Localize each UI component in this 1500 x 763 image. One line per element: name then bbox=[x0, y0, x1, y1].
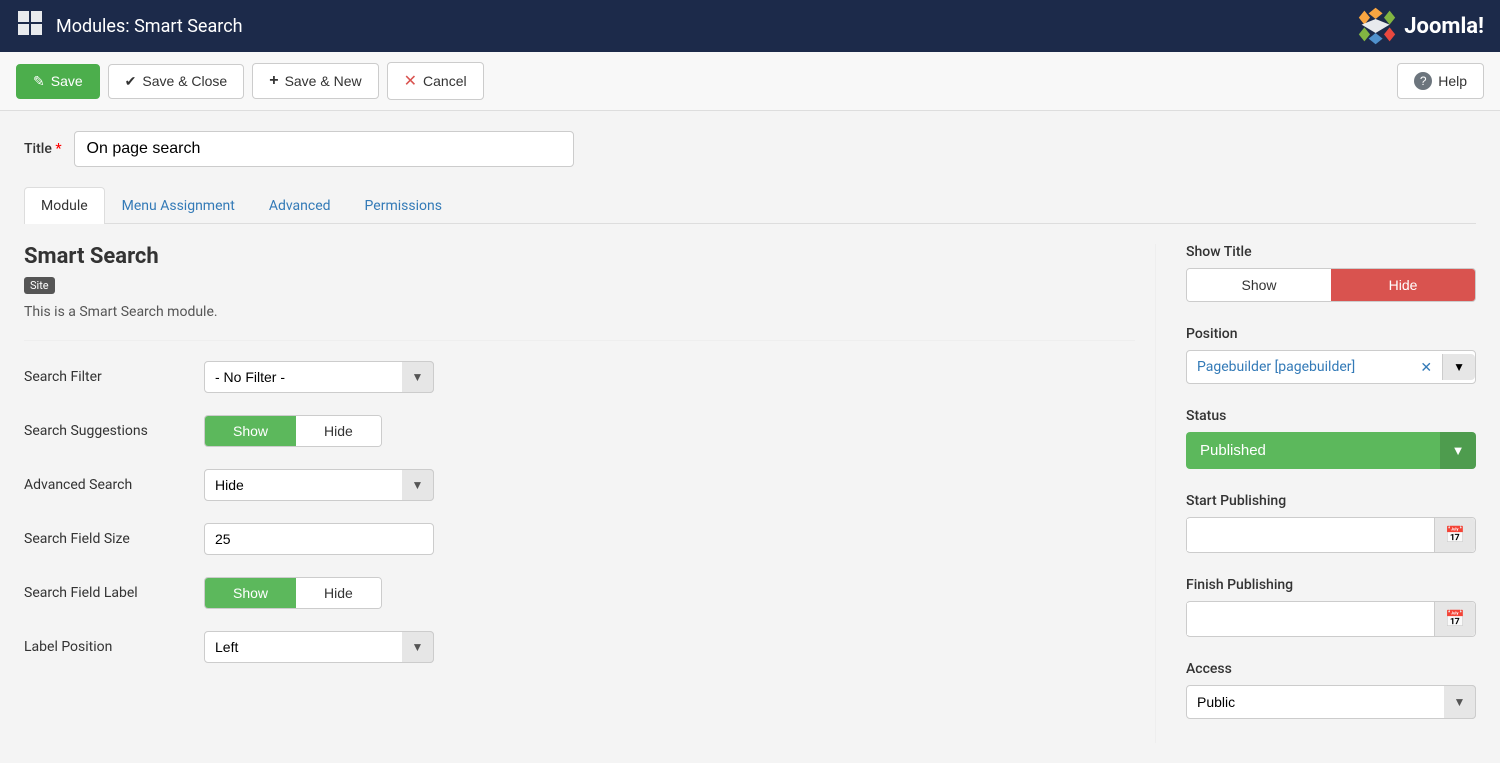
calendar-icon-2: 📅 bbox=[1445, 611, 1465, 628]
required-marker: * bbox=[55, 141, 61, 157]
tab-menu-assignment[interactable]: Menu Assignment bbox=[105, 187, 252, 224]
divider bbox=[24, 340, 1135, 341]
help-button[interactable]: ? Help bbox=[1397, 63, 1484, 99]
save-close-button[interactable]: ✔ Save & Close bbox=[108, 64, 245, 99]
search-suggestions-toggle: Show Hide bbox=[204, 415, 382, 447]
search-suggestions-row: Search Suggestions Show Hide bbox=[24, 415, 1135, 447]
advanced-search-row: Advanced Search Hide ▼ bbox=[24, 469, 1135, 501]
access-label: Access bbox=[1186, 661, 1476, 677]
status-section: Status Published ▼ bbox=[1186, 408, 1476, 469]
right-panel: Show Title Show Hide Position Pagebuilde… bbox=[1156, 244, 1476, 743]
start-publishing-section: Start Publishing 📅 bbox=[1186, 493, 1476, 553]
status-select[interactable]: Published bbox=[1186, 432, 1476, 469]
show-title-label: Show Title bbox=[1186, 244, 1476, 260]
search-filter-control: - No Filter - ▼ bbox=[204, 361, 504, 393]
start-publishing-label: Start Publishing bbox=[1186, 493, 1476, 509]
label-position-row: Label Position Left ▼ bbox=[24, 631, 1135, 663]
start-publishing-field: 📅 bbox=[1186, 517, 1476, 553]
search-field-label-label: Search Field Label bbox=[24, 585, 204, 601]
access-select-wrap: Public ▼ bbox=[1186, 685, 1476, 719]
status-label: Status bbox=[1186, 408, 1476, 424]
search-suggestions-label: Search Suggestions bbox=[24, 423, 204, 439]
search-filter-label: Search Filter bbox=[24, 369, 204, 385]
joomla-logo: Joomla! bbox=[1356, 5, 1484, 47]
finish-publishing-calendar-btn[interactable]: 📅 bbox=[1434, 602, 1475, 636]
search-field-label-hide-btn[interactable]: Hide bbox=[296, 578, 381, 608]
position-label: Position bbox=[1186, 326, 1476, 342]
title-input[interactable] bbox=[74, 131, 574, 167]
label-position-select-wrap: Left ▼ bbox=[204, 631, 434, 663]
access-section: Access Public ▼ bbox=[1186, 661, 1476, 719]
position-section: Position Pagebuilder [pagebuilder] ✕ ▼ bbox=[1186, 326, 1476, 384]
label-position-label: Label Position bbox=[24, 639, 204, 655]
position-dropdown-btn[interactable]: ▼ bbox=[1442, 354, 1475, 380]
tabs: Module Menu Assignment Advanced Permissi… bbox=[24, 187, 1476, 224]
tab-module[interactable]: Module bbox=[24, 187, 105, 224]
search-suggestions-control: Show Hide bbox=[204, 415, 504, 447]
search-field-size-input[interactable] bbox=[204, 523, 434, 555]
save-icon: ✎ bbox=[33, 73, 45, 90]
search-field-label-control: Show Hide bbox=[204, 577, 504, 609]
toolbar: ✎ Save ✔ Save & Close + Save & New ✕ Can… bbox=[0, 52, 1500, 111]
search-filter-select[interactable]: - No Filter - bbox=[204, 361, 434, 393]
position-value: Pagebuilder [pagebuilder] bbox=[1187, 351, 1410, 383]
label-position-control: Left ▼ bbox=[204, 631, 504, 663]
tab-permissions[interactable]: Permissions bbox=[348, 187, 459, 224]
cancel-button[interactable]: ✕ Cancel bbox=[387, 62, 484, 100]
show-title-toggle: Show Hide bbox=[1186, 268, 1476, 302]
advanced-search-control: Hide ▼ bbox=[204, 469, 504, 501]
module-heading: Smart Search bbox=[24, 244, 1135, 269]
show-title-section: Show Title Show Hide bbox=[1186, 244, 1476, 302]
finish-publishing-label: Finish Publishing bbox=[1186, 577, 1476, 593]
search-field-size-row: Search Field Size bbox=[24, 523, 1135, 555]
show-title-show-btn[interactable]: Show bbox=[1187, 269, 1331, 301]
advanced-search-label: Advanced Search bbox=[24, 477, 204, 493]
save-button[interactable]: ✎ Save bbox=[16, 64, 100, 99]
top-bar: Modules: Smart Search Joomla! bbox=[0, 0, 1500, 52]
advanced-search-select-wrap: Hide ▼ bbox=[204, 469, 434, 501]
site-badge: Site bbox=[24, 277, 55, 294]
search-field-size-label: Search Field Size bbox=[24, 531, 204, 547]
content-area: Title * Module Menu Assignment Advanced … bbox=[0, 111, 1500, 763]
plus-icon: + bbox=[269, 72, 278, 90]
question-icon: ? bbox=[1414, 72, 1432, 90]
show-title-hide-btn[interactable]: Hide bbox=[1331, 269, 1475, 301]
finish-publishing-section: Finish Publishing 📅 bbox=[1186, 577, 1476, 637]
check-icon: ✔ bbox=[125, 73, 137, 90]
top-bar-left: Modules: Smart Search bbox=[16, 9, 243, 43]
label-position-select[interactable]: Left bbox=[204, 631, 434, 663]
start-publishing-calendar-btn[interactable]: 📅 bbox=[1434, 518, 1475, 552]
tab-advanced[interactable]: Advanced bbox=[252, 187, 348, 224]
position-field: Pagebuilder [pagebuilder] ✕ ▼ bbox=[1186, 350, 1476, 384]
search-suggestions-hide-btn[interactable]: Hide bbox=[296, 416, 381, 446]
page-title: Modules: Smart Search bbox=[56, 16, 243, 37]
finish-publishing-field: 📅 bbox=[1186, 601, 1476, 637]
main-layout: Smart Search Site This is a Smart Search… bbox=[24, 244, 1476, 743]
times-icon: ✕ bbox=[404, 71, 417, 91]
title-label: Title * bbox=[24, 141, 62, 157]
joomla-brand-text: Joomla! bbox=[1404, 14, 1484, 39]
status-select-wrap: Published ▼ bbox=[1186, 432, 1476, 469]
title-row: Title * bbox=[24, 131, 1476, 167]
calendar-icon: 📅 bbox=[1445, 527, 1465, 544]
search-filter-row: Search Filter - No Filter - ▼ bbox=[24, 361, 1135, 393]
search-field-label-row: Search Field Label Show Hide bbox=[24, 577, 1135, 609]
start-publishing-input[interactable] bbox=[1187, 519, 1434, 551]
position-clear-btn[interactable]: ✕ bbox=[1410, 353, 1442, 382]
cube-icon bbox=[16, 9, 44, 43]
module-description: This is a Smart Search module. bbox=[24, 304, 1135, 320]
finish-publishing-input[interactable] bbox=[1187, 603, 1434, 635]
access-select[interactable]: Public bbox=[1186, 685, 1476, 719]
advanced-search-select[interactable]: Hide bbox=[204, 469, 434, 501]
search-field-label-toggle: Show Hide bbox=[204, 577, 382, 609]
left-panel: Smart Search Site This is a Smart Search… bbox=[24, 244, 1156, 743]
save-new-button[interactable]: + Save & New bbox=[252, 63, 378, 99]
search-field-label-show-btn[interactable]: Show bbox=[205, 578, 296, 608]
search-filter-select-wrap: - No Filter - ▼ bbox=[204, 361, 434, 393]
search-suggestions-show-btn[interactable]: Show bbox=[205, 416, 296, 446]
search-field-size-control bbox=[204, 523, 504, 555]
